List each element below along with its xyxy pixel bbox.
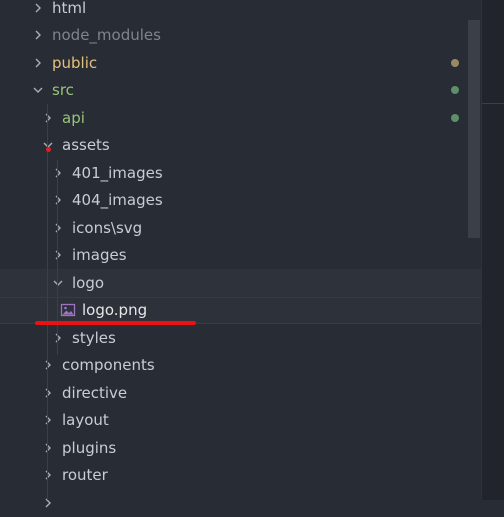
chevron-right-icon[interactable] [32,55,44,71]
tree-item-styles[interactable]: styles [0,324,481,352]
tree-item-partial[interactable] [0,489,481,517]
tree-item-label: logo.png [82,301,148,320]
tree-item-label: images [72,246,127,265]
file-explorer-tree: html node_modules public src api assets … [0,0,481,517]
tree-item-logo-png[interactable]: logo.png [0,296,481,324]
git-untracked-dot-icon [451,113,459,122]
tree-item-404-images[interactable]: 404_images [0,187,481,215]
chevron-right-icon[interactable] [52,330,64,346]
tree-item-label: api [62,108,85,127]
tree-item-router[interactable]: router [0,462,481,490]
tree-item-directive[interactable]: directive [0,379,481,407]
tree-item-public[interactable]: public [0,49,481,77]
tree-item-layout[interactable]: layout [0,407,481,435]
tree-item-label: logo [72,273,105,292]
tree-item-label: router [62,466,108,485]
tree-item-label: icons\svg [72,218,143,237]
tree-item-label: 404_images [72,191,163,210]
scrollbar-thumb[interactable] [468,20,480,238]
tree-item-label: html [52,0,87,17]
tree-item-label: plugins [62,438,117,457]
chevron-right-icon[interactable] [42,412,54,428]
git-untracked-dot-icon [451,86,459,95]
tree-item-api[interactable]: api [0,104,481,132]
chevron-right-icon[interactable] [52,192,64,208]
tree-item-label: 401_images [72,163,163,182]
chevron-right-icon[interactable] [42,467,54,483]
chevron-right-icon[interactable] [32,0,44,16]
tree-item-node-modules[interactable]: node_modules [0,22,481,50]
chevron-down-icon[interactable] [52,275,64,291]
tree-item-label: directive [62,383,128,402]
tree-item-label: layout [62,411,109,430]
tree-item-html[interactable]: html [0,0,481,22]
chevron-right-icon[interactable] [42,440,54,456]
chevron-right-icon[interactable] [52,220,64,236]
tree-item-assets[interactable]: assets [0,132,481,160]
tree-item-label: node_modules [52,26,161,45]
chevron-right-icon[interactable] [42,495,54,511]
tree-item-label: components [62,356,155,375]
tree-item-images[interactable]: images [0,242,481,270]
chevron-down-icon[interactable] [32,82,44,98]
indent-guide [57,160,58,355]
annotation-dot [46,147,51,152]
editor-edge [481,0,504,500]
chevron-right-icon[interactable] [32,27,44,43]
tree-item-src[interactable]: src [0,77,481,105]
tree-item-label: assets [62,136,110,155]
image-file-icon [60,302,76,318]
tree-item-label: src [52,81,74,100]
chevron-right-icon[interactable] [42,357,54,373]
indent-guide [47,104,48,500]
tree-item-401-images[interactable]: 401_images [0,159,481,187]
chevron-right-icon[interactable] [52,247,64,263]
chevron-right-icon[interactable] [52,165,64,181]
chevron-right-icon[interactable] [42,110,54,126]
chevron-right-icon[interactable] [42,385,54,401]
tree-item-icons-svg[interactable]: icons\svg [0,214,481,242]
tree-item-components[interactable]: components [0,352,481,380]
tree-item-label: styles [72,328,116,347]
git-modified-dot-icon [451,58,459,67]
tree-item-label: public [52,53,98,72]
annotation-underline [35,321,196,325]
divider [482,103,504,104]
tree-item-logo[interactable]: logo [0,269,481,297]
tree-item-plugins[interactable]: plugins [0,434,481,462]
